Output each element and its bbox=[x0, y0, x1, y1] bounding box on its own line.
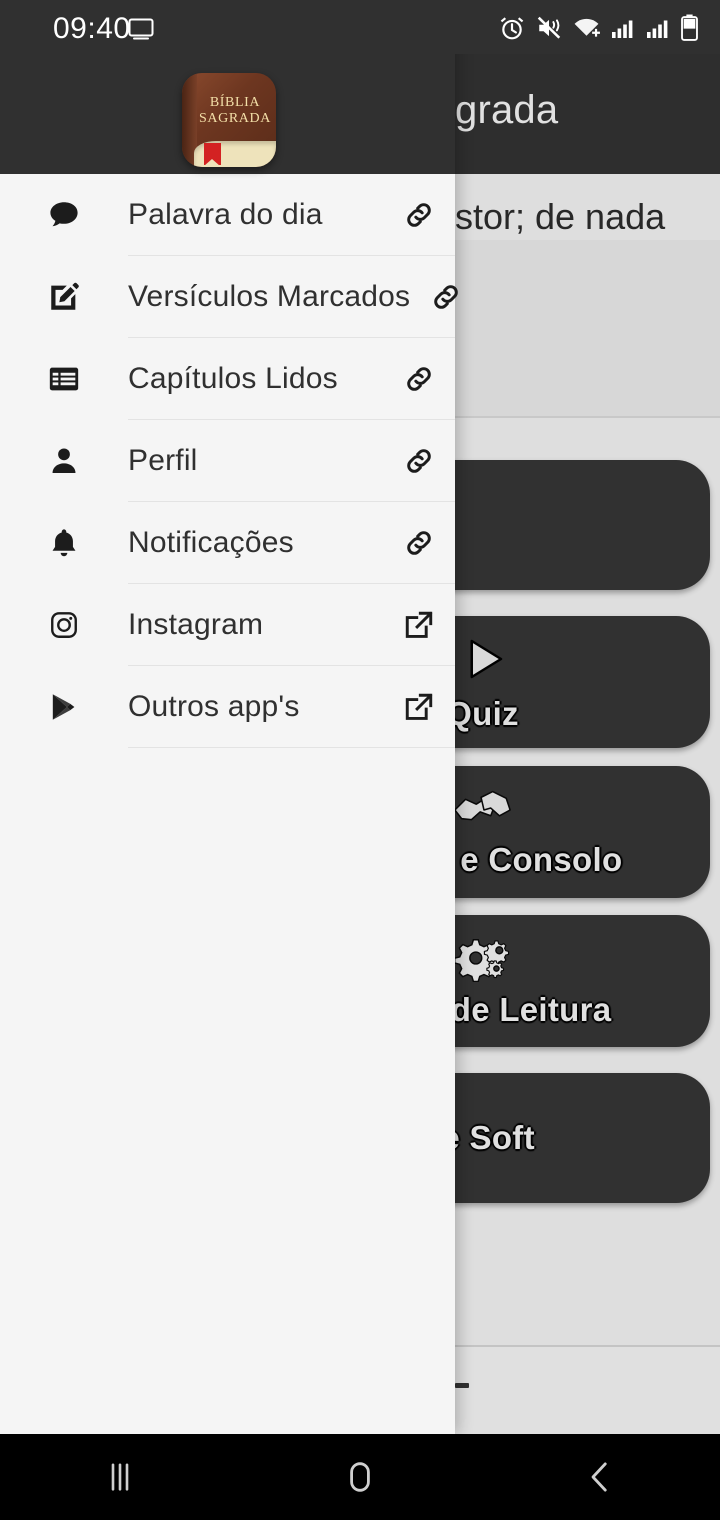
menu-item-notificacoes-label: Notificações bbox=[128, 526, 294, 559]
battery-icon bbox=[681, 14, 698, 46]
menu-item-palavra-do-dia-label: Palavra do dia bbox=[128, 198, 323, 231]
edit-square-icon bbox=[0, 280, 128, 314]
menu-item-outros-apps[interactable]: Outros app's bbox=[0, 666, 455, 748]
back-button[interactable] bbox=[520, 1434, 680, 1520]
recents-button[interactable] bbox=[40, 1434, 200, 1520]
instagram-icon bbox=[0, 610, 128, 640]
menu-item-notificacoes[interactable]: Notificações bbox=[0, 502, 455, 584]
menu-item-versiculos-marcados[interactable]: Versículos Marcados bbox=[0, 256, 459, 338]
bell-icon bbox=[0, 527, 128, 559]
drawer-menu-list: Palavra do dia Versículos Marcados Capít… bbox=[0, 174, 459, 748]
menu-item-palavra-do-dia[interactable]: Palavra do dia bbox=[0, 174, 455, 256]
menu-item-capitulos-lidos[interactable]: Capítulos Lidos bbox=[0, 338, 455, 420]
screen-cast-icon bbox=[128, 18, 154, 45]
play-icon bbox=[456, 632, 510, 691]
person-icon bbox=[0, 445, 128, 477]
menu-item-perfil[interactable]: Perfil bbox=[0, 420, 455, 502]
menu-item-instagram[interactable]: Instagram bbox=[0, 584, 455, 666]
gears-icon bbox=[452, 934, 514, 987]
alarm-icon bbox=[499, 15, 525, 46]
status-icon-group bbox=[499, 14, 698, 46]
navigation-drawer[interactable]: BÍBLIA SAGRADA Palavra do dia Versículos… bbox=[0, 0, 459, 1434]
background-action-button-quiz-label: Quiz bbox=[446, 694, 519, 732]
wifi-icon bbox=[573, 15, 600, 46]
status-bar: 09:40 bbox=[0, 0, 720, 54]
link-icon[interactable] bbox=[383, 445, 455, 477]
content-dash-marker bbox=[455, 1383, 469, 1388]
status-time: 09:40 bbox=[53, 12, 131, 45]
menu-divider bbox=[128, 747, 455, 748]
link-icon[interactable] bbox=[383, 527, 455, 559]
handshake-icon bbox=[452, 786, 514, 837]
content-lower-panel bbox=[455, 1347, 720, 1434]
mute-vibrate-icon bbox=[536, 15, 562, 46]
link-icon[interactable] bbox=[410, 281, 482, 313]
external-link-icon[interactable] bbox=[383, 691, 455, 723]
link-icon[interactable] bbox=[383, 363, 455, 395]
chat-bubble-icon bbox=[0, 198, 128, 232]
app-icon-title-line1: BÍBLIA bbox=[209, 95, 261, 110]
menu-item-instagram-label: Instagram bbox=[128, 608, 264, 641]
menu-item-perfil-label: Perfil bbox=[128, 444, 198, 477]
menu-item-versiculos-marcados-label: Versículos Marcados bbox=[128, 280, 411, 313]
signal-bars-icon-1 bbox=[611, 16, 635, 45]
android-navigation-bar bbox=[0, 1434, 720, 1520]
signal-bars-icon-2 bbox=[646, 16, 670, 45]
app-icon-title: BÍBLIA SAGRADA bbox=[197, 95, 273, 127]
external-link-icon[interactable] bbox=[383, 609, 455, 641]
verse-text: stor; de nada bbox=[455, 196, 666, 237]
home-button[interactable] bbox=[280, 1434, 440, 1520]
list-table-icon bbox=[0, 362, 128, 396]
link-icon[interactable] bbox=[383, 199, 455, 231]
bookmark-icon bbox=[204, 143, 221, 166]
background-appbar-title: grada bbox=[455, 88, 559, 132]
app-icon-title-line2: SAGRADA bbox=[199, 111, 271, 126]
biblia-sagrada-app-icon: BÍBLIA SAGRADA bbox=[182, 73, 276, 167]
menu-item-outros-apps-label: Outros app's bbox=[128, 690, 300, 723]
menu-item-capitulos-lidos-label: Capítulos Lidos bbox=[128, 362, 338, 395]
google-play-icon bbox=[0, 691, 128, 723]
